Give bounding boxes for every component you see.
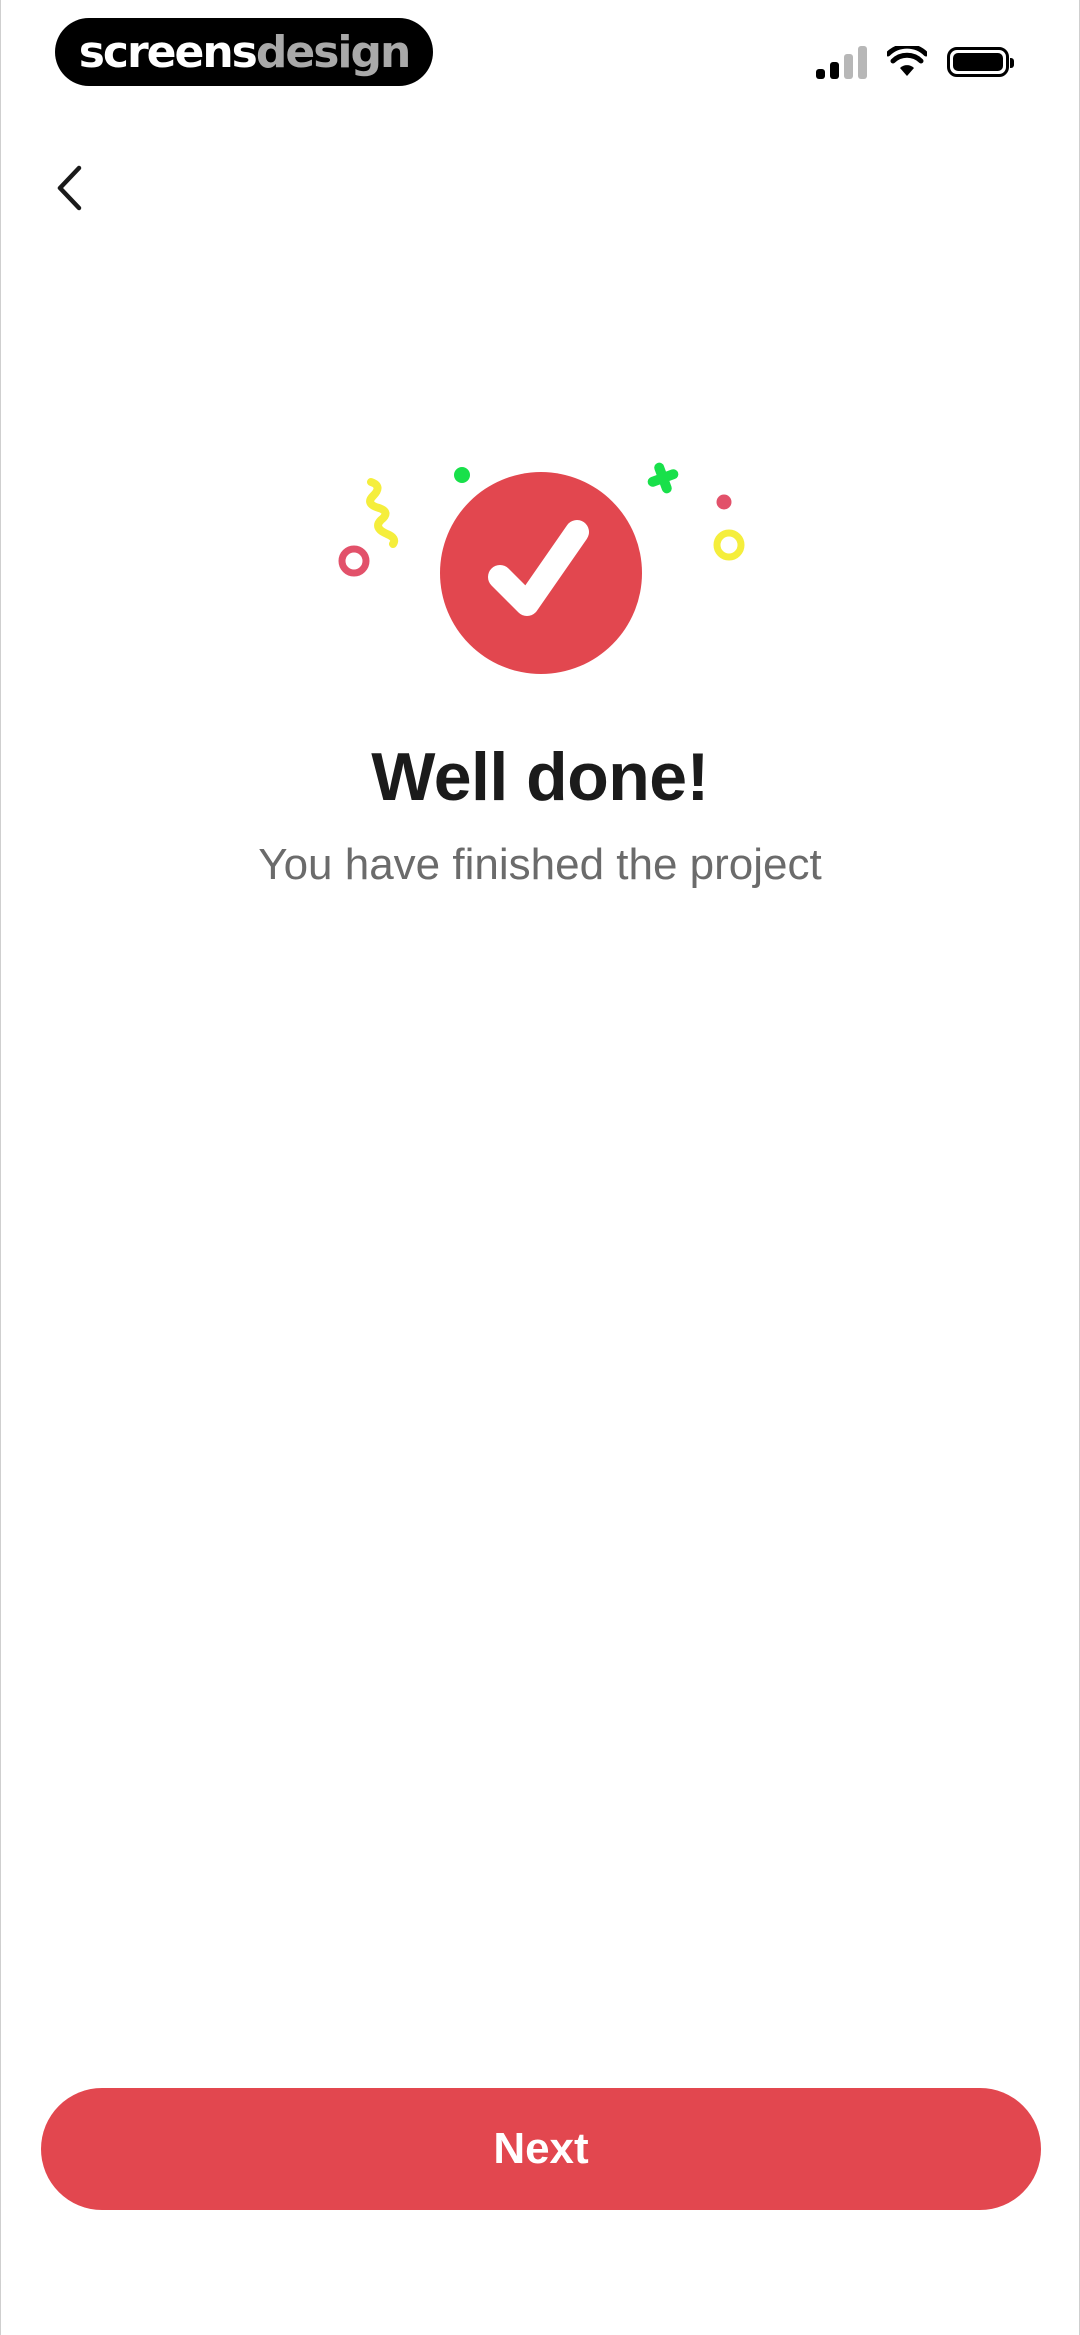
confetti-dot-green — [454, 467, 470, 483]
screen: screens design Well done! You have finis… — [0, 0, 1080, 2335]
cellular-signal-icon — [816, 45, 867, 79]
confetti-ring-pink — [338, 545, 370, 577]
battery-level — [953, 53, 1003, 71]
back-button[interactable] — [41, 150, 97, 226]
confetti-dot-pink — [716, 494, 732, 510]
chevron-left-icon — [57, 165, 82, 211]
brand-text-primary: screens — [78, 26, 258, 78]
status-icons — [816, 40, 1014, 84]
page-subtitle: You have finished the project — [258, 840, 822, 889]
brand-logo: screens design — [55, 18, 433, 86]
wifi-icon — [887, 46, 927, 76]
confetti-squiggle — [366, 478, 399, 548]
next-button[interactable]: Next — [41, 2088, 1041, 2210]
brand-text-secondary: design — [255, 26, 411, 78]
confetti-ring-yellow — [713, 529, 745, 561]
page-title: Well done! — [371, 739, 709, 815]
confetti-plus-green — [647, 462, 679, 494]
battery-icon — [947, 47, 1014, 77]
success-illustration — [338, 462, 745, 674]
